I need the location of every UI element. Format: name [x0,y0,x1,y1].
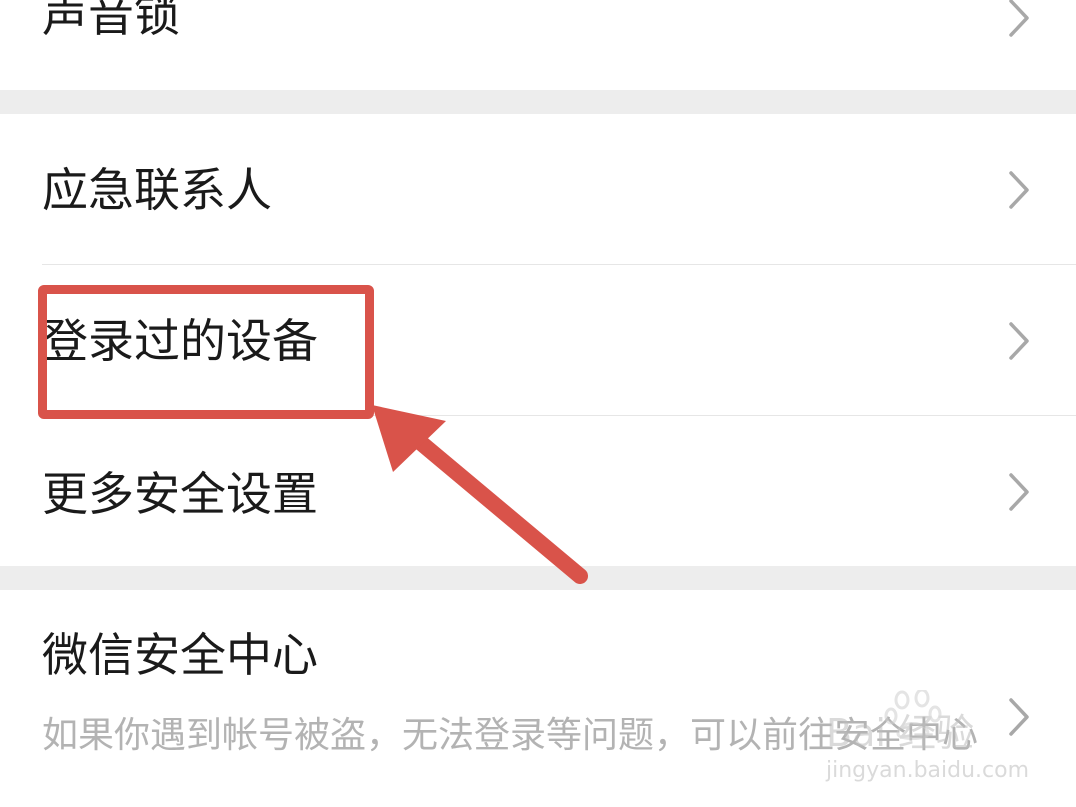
annotation-arrow [372,405,588,584]
